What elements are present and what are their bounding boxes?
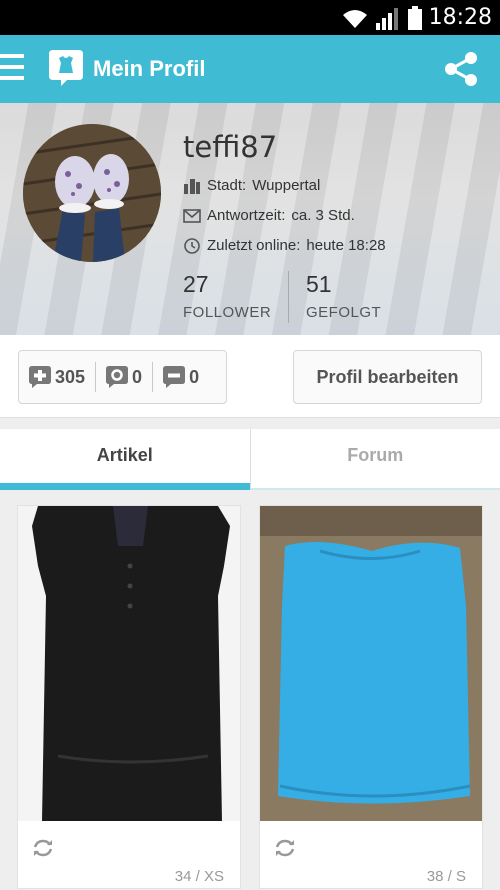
followers-stat[interactable]: 27 FOLLOWER (183, 271, 271, 321)
avatar-photo (23, 124, 161, 262)
share-icon[interactable] (443, 51, 479, 87)
refresh-icon[interactable] (274, 839, 296, 857)
item-card[interactable]: 34 / XS (17, 505, 241, 889)
following-label: GEFOLGT (306, 304, 381, 321)
minus-bubble-icon (163, 366, 185, 388)
following-stat[interactable]: 51 GEFOLGT (306, 271, 381, 321)
item-size: 34 / XS (175, 868, 224, 885)
action-bar: 305 0 0 Profil bearbeiten (0, 335, 500, 418)
status-icons (342, 6, 422, 30)
city-icon (183, 178, 201, 194)
plus-bubble-icon (29, 366, 51, 388)
battery-icon (408, 6, 422, 30)
tab-artikel[interactable]: Artikel (0, 429, 250, 490)
following-count: 51 (306, 271, 381, 298)
neutral-bubble-icon (106, 366, 128, 388)
rating-counters[interactable]: 305 0 0 (18, 350, 227, 404)
wifi-icon (342, 8, 368, 30)
tab-bar: Artikel Forum (0, 429, 500, 490)
profile-header: teffi87 Stadt: Wuppertal Antwortzeit: ca… (0, 103, 500, 335)
item-size: 38 / S (427, 868, 466, 885)
followers-label: FOLLOWER (183, 304, 271, 321)
neutral-rating[interactable]: 0 (96, 366, 152, 388)
username: teffi87 (183, 130, 277, 164)
followers-count: 27 (183, 271, 271, 298)
item-photo[interactable] (18, 506, 240, 821)
city-row: Stadt: Wuppertal (183, 177, 320, 194)
app-logo-icon (49, 50, 83, 86)
neutral-rating-count: 0 (132, 367, 142, 388)
item-card[interactable]: 38 / S (259, 505, 483, 889)
last-online-row: Zuletzt online: heute 18:28 (183, 237, 386, 254)
item-photo[interactable] (260, 506, 482, 821)
response-time-value: ca. 3 Std. (291, 207, 354, 224)
city-value: Wuppertal (252, 177, 320, 194)
last-online-label: Zuletzt online: (207, 237, 300, 254)
tab-forum[interactable]: Forum (250, 429, 500, 490)
avatar[interactable] (23, 124, 161, 262)
negative-rating[interactable]: 0 (153, 366, 209, 388)
response-time-row: Antwortzeit: ca. 3 Std. (183, 207, 355, 224)
app-bar: Mein Profil (0, 35, 500, 103)
city-label: Stadt: (207, 177, 246, 194)
signal-icon (376, 8, 400, 30)
negative-rating-count: 0 (189, 367, 199, 388)
edit-profile-button[interactable]: Profil bearbeiten (293, 350, 482, 404)
menu-icon[interactable] (0, 54, 26, 82)
clock-icon (183, 238, 201, 254)
positive-rating-count: 305 (55, 367, 85, 388)
stat-divider (288, 271, 289, 323)
items-grid: 34 / XS 38 / S (0, 490, 500, 889)
refresh-icon[interactable] (32, 839, 54, 857)
clock: 18:28 (429, 5, 492, 30)
status-bar: 18:28 (0, 0, 500, 35)
page-title: Mein Profil (93, 56, 205, 82)
response-time-label: Antwortzeit: (207, 207, 285, 224)
envelope-icon (183, 208, 201, 224)
item-footer: 38 / S (260, 821, 482, 890)
last-online-value: heute 18:28 (306, 237, 385, 254)
positive-rating[interactable]: 305 (19, 366, 95, 388)
item-footer: 34 / XS (18, 821, 240, 890)
